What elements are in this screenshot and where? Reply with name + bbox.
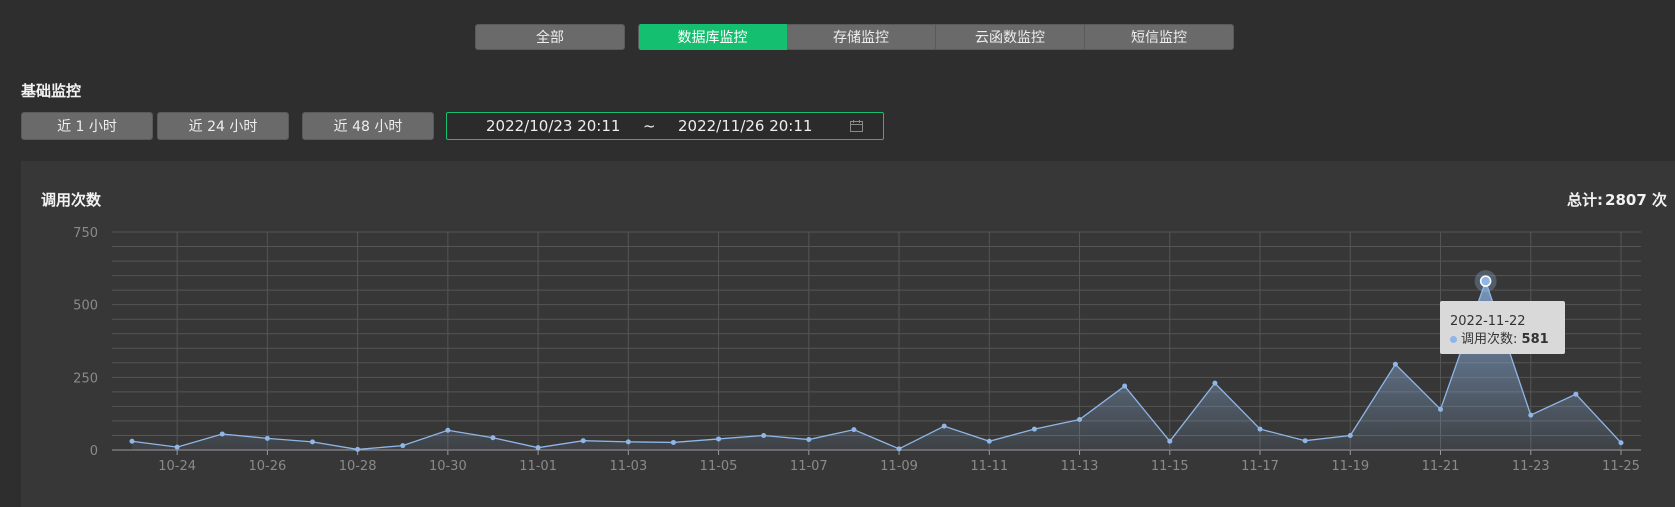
- data-point: [716, 436, 722, 442]
- data-point: [1077, 416, 1083, 422]
- data-point: [625, 439, 631, 445]
- x-tick-label: 10-24: [158, 459, 196, 474]
- x-tick-label: 10-28: [339, 459, 377, 474]
- data-point: [129, 438, 135, 444]
- data-point: [1031, 426, 1037, 432]
- x-tick-label: 11-17: [1241, 459, 1279, 474]
- x-tick-label: 11-25: [1602, 459, 1640, 474]
- x-tick-label: 11-11: [970, 459, 1008, 474]
- data-point: [1438, 406, 1444, 412]
- data-point: [174, 444, 180, 450]
- range-24h-button[interactable]: 近 24 小时: [157, 112, 289, 140]
- data-point: [1392, 361, 1398, 367]
- y-tick-label: 250: [73, 371, 98, 386]
- data-point: [1257, 426, 1263, 432]
- chart-panel: 调用次数 总计: 2807 次 0 250 500 750 10-24 10-26 10-28…: [21, 161, 1675, 507]
- data-point: [355, 446, 361, 452]
- tooltip-label: 调用次数:: [1461, 332, 1518, 347]
- data-point: [1212, 380, 1218, 386]
- tab-sms-monitor[interactable]: 短信监控: [1085, 24, 1234, 50]
- y-tick-label: 750: [73, 226, 98, 241]
- chart-tooltip: 2022-11-22 调用次数: 581: [1440, 301, 1565, 354]
- y-tick-label: 500: [73, 299, 98, 314]
- range-1h-button[interactable]: 近 1 小时: [21, 112, 153, 140]
- x-tick-label: 11-21: [1422, 459, 1460, 474]
- x-tick-label: 11-01: [519, 459, 557, 474]
- date-range-picker[interactable]: 2022/10/23 20:11 ~ 2022/11/26 20:11: [446, 112, 884, 140]
- data-point: [445, 427, 451, 433]
- data-point: [490, 435, 496, 441]
- calendar-icon[interactable]: [850, 120, 863, 132]
- data-point: [941, 423, 947, 429]
- x-tick-label: 11-13: [1061, 459, 1099, 474]
- data-point: [851, 427, 857, 433]
- data-point: [1573, 391, 1579, 397]
- data-point: [1528, 412, 1534, 418]
- x-tick-label: 11-03: [609, 459, 647, 474]
- end-date[interactable]: 2022/11/26 20:11: [678, 117, 812, 135]
- x-tick-label: 10-30: [429, 459, 467, 474]
- date-separator: ~: [643, 117, 656, 135]
- x-tick-label: 11-05: [700, 459, 738, 474]
- x-tick-label: 11-15: [1151, 459, 1189, 474]
- line-chart[interactable]: 0 250 500 750 10-24 10-26 10-28 10-30 11-01 11-03…: [21, 161, 1675, 507]
- monitor-tabs: 全部 数据库监控 存储监控 云函数监控 短信监控: [475, 24, 1234, 52]
- tooltip-row: 调用次数: 581: [1450, 331, 1565, 349]
- tooltip-value: 581: [1521, 332, 1549, 347]
- x-tick-label: 11-09: [880, 459, 918, 474]
- x-tick-label: 10-26: [248, 459, 286, 474]
- tab-storage-monitor[interactable]: 存储监控: [787, 24, 936, 50]
- data-point: [535, 445, 541, 451]
- data-point: [1302, 438, 1308, 444]
- data-point: [670, 439, 676, 445]
- data-point: [264, 435, 270, 441]
- tab-cloud-function-monitor[interactable]: 云函数监控: [936, 24, 1085, 50]
- data-point: [1618, 440, 1624, 446]
- tooltip-date: 2022-11-22: [1450, 314, 1526, 329]
- data-point: [400, 443, 406, 449]
- y-tick-label: 0: [90, 444, 98, 459]
- highlight-point: [1479, 275, 1492, 287]
- x-tick-label: 11-23: [1512, 459, 1550, 474]
- range-48h-button[interactable]: 近 48 小时: [302, 112, 434, 140]
- data-point: [986, 438, 992, 444]
- data-point: [761, 432, 767, 438]
- x-tick-label: 11-19: [1331, 459, 1369, 474]
- series-dot-icon: [1450, 336, 1457, 343]
- data-point: [580, 438, 586, 444]
- data-point: [1347, 432, 1353, 438]
- x-tick-label: 11-07: [790, 459, 828, 474]
- data-point: [896, 446, 902, 452]
- start-date[interactable]: 2022/10/23 20:11: [486, 117, 620, 135]
- data-point: [309, 439, 315, 445]
- tab-database-monitor[interactable]: 数据库监控: [638, 24, 787, 50]
- series-area: [132, 281, 1621, 450]
- tab-all[interactable]: 全部: [475, 24, 625, 50]
- data-point: [219, 431, 225, 437]
- data-point: [1167, 438, 1173, 444]
- section-title: 基础监控: [21, 82, 82, 100]
- data-point: [1122, 383, 1128, 389]
- data-point: [806, 437, 812, 443]
